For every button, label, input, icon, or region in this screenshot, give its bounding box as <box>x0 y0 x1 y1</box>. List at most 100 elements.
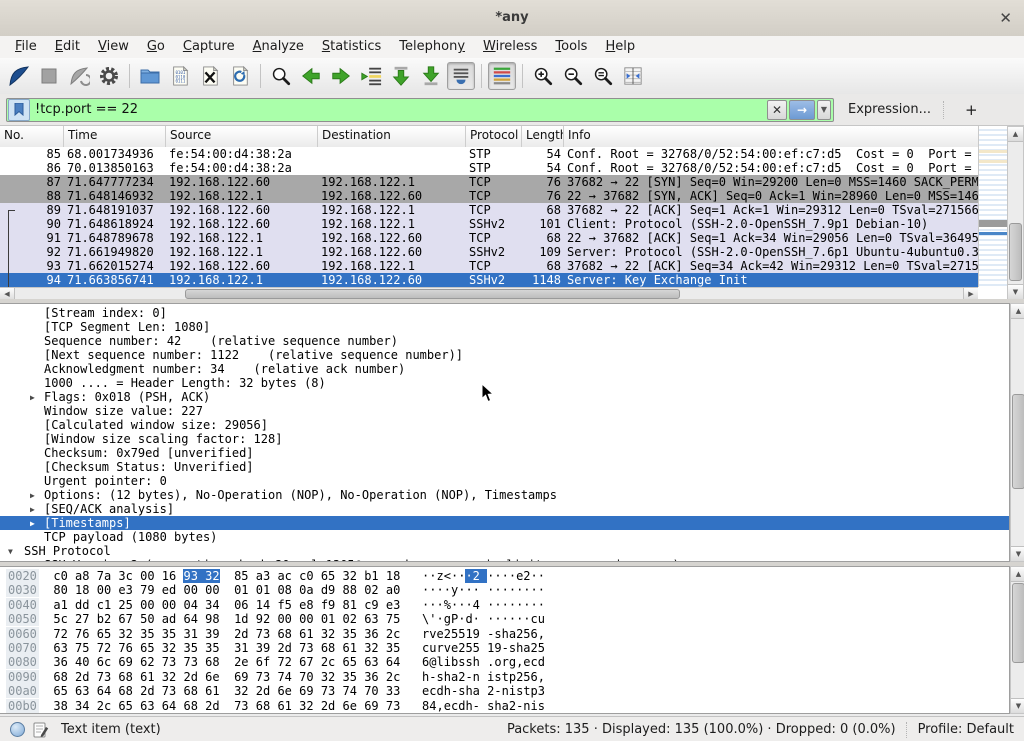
column-header-info[interactable]: Info <box>564 126 978 147</box>
filter-bookmark-icon[interactable] <box>8 99 30 121</box>
scroll-up-icon[interactable]: ▲ <box>1008 127 1023 142</box>
detail-line[interactable]: [Window size scaling factor: 128] <box>0 432 1009 446</box>
packet-row-88[interactable]: 8871.648146932192.168.122.1192.168.122.6… <box>0 189 978 203</box>
detail-line[interactable]: Urgent pointer: 0 <box>0 474 1009 488</box>
menu-edit[interactable]: Edit <box>46 36 89 58</box>
display-filter-field[interactable]: ✕ → ▼ <box>6 98 834 122</box>
colorize-packets-button[interactable] <box>488 62 516 90</box>
column-header-source[interactable]: Source <box>166 126 318 147</box>
expert-note-icon[interactable] <box>33 722 49 738</box>
detail-line[interactable]: [Next sequence number: 1122 (relative se… <box>0 348 1009 362</box>
column-header-length[interactable]: Length <box>522 126 564 147</box>
detail-line[interactable]: Window size value: 227 <box>0 404 1009 418</box>
go-forward-button[interactable] <box>327 62 355 90</box>
find-packet-button[interactable] <box>267 62 295 90</box>
details-vertical-scrollbar[interactable]: ▲ ▼ <box>1010 303 1024 562</box>
detail-line[interactable]: ▶Flags: 0x018 (PSH, ACK) <box>0 390 1009 404</box>
menu-statistics[interactable]: Statistics <box>313 36 390 58</box>
menu-go[interactable]: Go <box>138 36 174 58</box>
scroll-up-icon[interactable]: ▲ <box>1011 304 1024 319</box>
detail-line[interactable]: [TCP Segment Len: 1080] <box>0 320 1009 334</box>
zoom-original-button[interactable] <box>589 62 617 90</box>
close-file-button[interactable] <box>196 62 224 90</box>
expand-icon[interactable]: ▶ <box>30 517 35 530</box>
zoom-out-button[interactable] <box>559 62 587 90</box>
title-bar[interactable]: *any ✕ <box>0 0 1024 37</box>
hex-line[interactable]: 0080 36 40 6c 69 62 73 73 68 2e 6f 72 67… <box>6 655 1009 669</box>
column-header-destination[interactable]: Destination <box>318 126 466 147</box>
menu-capture[interactable]: Capture <box>174 36 244 58</box>
go-first-button[interactable] <box>387 62 415 90</box>
packet-row-93[interactable]: 9371.662015274192.168.122.60192.168.122.… <box>0 259 978 273</box>
packet-row-91[interactable]: 9171.648789678192.168.122.1192.168.122.6… <box>0 231 978 245</box>
hex-line[interactable]: 0090 68 2d 73 68 61 32 2d 6e 69 73 74 70… <box>6 670 1009 684</box>
menu-tools[interactable]: Tools <box>546 36 596 58</box>
capture-status-icon[interactable] <box>10 722 25 737</box>
hex-line[interactable]: 0070 63 75 72 76 65 32 35 35 31 39 2d 73… <box>6 641 1009 655</box>
hex-line[interactable]: 0040 a1 dd c1 25 00 00 04 34 06 14 f5 e8… <box>6 598 1009 612</box>
go-last-button[interactable] <box>417 62 445 90</box>
close-window-icon[interactable]: ✕ <box>999 0 1012 36</box>
column-header-no[interactable]: No. <box>0 126 64 147</box>
packet-row-90[interactable]: 9071.648618924192.168.122.60192.168.122.… <box>0 217 978 231</box>
detail-line[interactable]: [Checksum Status: Unverified] <box>0 460 1009 474</box>
packet-row-92[interactable]: 9271.661949820192.168.122.1192.168.122.6… <box>0 245 978 259</box>
save-file-button[interactable]: 010101100111 <box>166 62 194 90</box>
reload-file-button[interactable] <box>226 62 254 90</box>
detail-line[interactable]: TCP payload (1080 bytes) <box>0 530 1009 544</box>
expand-icon[interactable]: ▶ <box>30 391 35 404</box>
zoom-in-button[interactable] <box>529 62 557 90</box>
detail-line[interactable]: Acknowledgment number: 34 (relative ack … <box>0 362 1009 376</box>
capture-options-button[interactable] <box>95 62 123 90</box>
intelligent-scrollbar-minimap[interactable] <box>978 126 1007 287</box>
detail-line[interactable]: 1000 .... = Header Length: 32 bytes (8) <box>0 376 1009 390</box>
stop-capture-button[interactable] <box>35 62 63 90</box>
menu-view[interactable]: View <box>89 36 138 58</box>
packet-list-vertical-scrollbar[interactable]: ▲ ▼ <box>1007 126 1024 300</box>
profile-text[interactable]: Profile: Default <box>918 722 1014 737</box>
hex-line[interactable]: 00b0 38 34 2c 65 63 64 68 2d 73 68 61 32… <box>6 699 1009 713</box>
start-capture-button[interactable] <box>5 62 33 90</box>
menu-file[interactable]: File <box>6 36 46 58</box>
detail-line[interactable]: ▶[Timestamps] <box>0 516 1009 530</box>
expand-icon[interactable]: ▶ <box>30 503 35 516</box>
open-file-button[interactable] <box>136 62 164 90</box>
scrollbar-thumb[interactable] <box>1009 223 1022 281</box>
expression-button[interactable]: Expression... <box>848 102 931 117</box>
menu-help[interactable]: Help <box>596 36 644 58</box>
menu-telephony[interactable]: Telephony <box>390 36 474 58</box>
packet-row-94[interactable]: 9471.663856741192.168.122.1192.168.122.6… <box>0 273 978 287</box>
resize-columns-button[interactable] <box>619 62 647 90</box>
hex-line[interactable]: 0050 5c 27 b2 67 50 ad 64 98 1d 92 00 00… <box>6 612 1009 626</box>
add-filter-button[interactable]: + <box>957 101 986 119</box>
menu-wireless[interactable]: Wireless <box>474 36 546 58</box>
column-header-time[interactable]: Time <box>64 126 166 147</box>
packet-row-87[interactable]: 8771.647777234192.168.122.60192.168.122.… <box>0 175 978 189</box>
packet-row-89[interactable]: 8971.648191037192.168.122.60192.168.122.… <box>0 203 978 217</box>
go-back-button[interactable] <box>297 62 325 90</box>
filter-clear-icon[interactable]: ✕ <box>767 100 787 120</box>
detail-line[interactable]: ▶[SEQ/ACK analysis] <box>0 502 1009 516</box>
restart-capture-button[interactable] <box>65 62 93 90</box>
scrollbar-thumb[interactable] <box>1012 394 1024 489</box>
bytes-vertical-scrollbar[interactable]: ▲ ▼ <box>1010 566 1024 714</box>
scroll-down-icon[interactable]: ▼ <box>1011 546 1024 561</box>
detail-line[interactable]: [Calculated window size: 29056] <box>0 418 1009 432</box>
hex-line[interactable]: 0060 72 76 65 32 35 35 31 39 2d 73 68 61… <box>6 627 1009 641</box>
hex-line[interactable]: 00a0 65 63 64 68 2d 73 68 61 32 2d 6e 69… <box>6 684 1009 698</box>
detail-line[interactable]: [Stream index: 0] <box>0 306 1009 320</box>
filter-apply-icon[interactable]: → <box>789 100 815 120</box>
filter-dropdown-icon[interactable]: ▼ <box>817 100 831 120</box>
scroll-up-icon[interactable]: ▲ <box>1011 567 1024 582</box>
packet-row-86[interactable]: 8670.013850163fe:54:00:d4:38:2aSTP54Conf… <box>0 161 978 175</box>
collapse-icon[interactable]: ▼ <box>8 545 13 558</box>
detail-line[interactable]: ▼SSH Protocol <box>0 544 1009 558</box>
packet-row-85[interactable]: 8568.001734936fe:54:00:d4:38:2aSTP54Conf… <box>0 147 978 161</box>
menu-analyze[interactable]: Analyze <box>244 36 313 58</box>
hex-line[interactable]: 0030 80 18 00 e3 79 ed 00 00 01 01 08 0a… <box>6 583 1009 597</box>
go-to-packet-button[interactable] <box>357 62 385 90</box>
column-header-protocol[interactable]: Protocol <box>466 126 522 147</box>
scrollbar-thumb[interactable] <box>185 289 680 299</box>
detail-line[interactable]: Sequence number: 42 (relative sequence n… <box>0 334 1009 348</box>
auto-scroll-button[interactable] <box>447 62 475 90</box>
